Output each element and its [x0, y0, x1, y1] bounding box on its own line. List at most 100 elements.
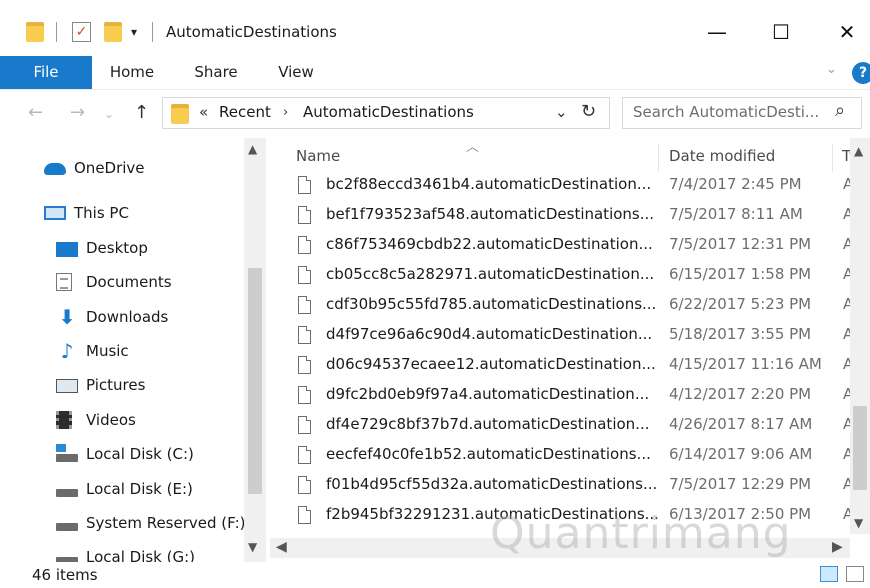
- music-note-icon: ♪: [60, 339, 74, 363]
- file-name: eecfef40c0fe1b52.automaticDestinations..…: [326, 445, 651, 463]
- nav-scrollbar-thumb[interactable]: [248, 268, 262, 494]
- maximize-button[interactable]: ☐: [758, 14, 804, 50]
- file-row[interactable]: eecfef40c0fe1b52.automaticDestinations..…: [290, 442, 864, 472]
- file-icon: [298, 326, 311, 344]
- toolbar-separator: [152, 22, 153, 42]
- file-date: 6/13/2017 2:50 PM: [669, 505, 812, 523]
- file-row[interactable]: cb05cc8c5a282971.automaticDestination...…: [290, 262, 864, 292]
- file-date: 7/5/2017 8:11 AM: [669, 205, 803, 223]
- column-divider[interactable]: [658, 144, 659, 172]
- up-arrow-icon[interactable]: ↑: [134, 102, 149, 124]
- file-icon: [298, 476, 311, 494]
- expand-ribbon-chevron-icon[interactable]: ⌄: [826, 62, 837, 77]
- file-row[interactable]: bef1f793523af548.automaticDestinations..…: [290, 202, 864, 232]
- file-row[interactable]: bc2f88eccd3461b4.automaticDestination...…: [290, 172, 864, 202]
- column-header-date-modified[interactable]: Date modified: [669, 147, 775, 165]
- file-icon: [298, 386, 311, 404]
- file-row[interactable]: d4f97ce96a6c90d4.automaticDestination...…: [290, 322, 864, 352]
- film-icon: [56, 411, 72, 429]
- file-row[interactable]: df4e729c8bf37b7d.automaticDestination...…: [290, 412, 864, 442]
- scroll-down-arrow-icon[interactable]: ▼: [248, 540, 257, 554]
- nav-item-label: Downloads: [86, 308, 169, 326]
- cloud-icon: [44, 163, 66, 175]
- folder-icon[interactable]: [26, 22, 44, 42]
- sort-ascending-icon: ︿: [466, 140, 480, 155]
- file-icon: [298, 296, 311, 314]
- scroll-up-arrow-icon[interactable]: ▲: [248, 142, 257, 156]
- details-view-icon[interactable]: [820, 566, 838, 582]
- customize-quick-access-icon[interactable]: ▾: [131, 22, 137, 42]
- documents-icon: [56, 273, 72, 291]
- search-input[interactable]: [633, 103, 829, 121]
- ribbon: File Home Share View ⌄ ?: [0, 56, 870, 90]
- breadcrumb-recent[interactable]: Recent: [219, 103, 271, 121]
- back-arrow-icon[interactable]: ←: [28, 102, 43, 124]
- file-date: 6/22/2017 5:23 PM: [669, 295, 812, 313]
- nav-item-label: Pictures: [86, 376, 146, 394]
- file-name: cb05cc8c5a282971.automaticDestination...: [326, 265, 655, 283]
- address-bar[interactable]: « Recent › AutomaticDestinations ⌄ ↻: [162, 97, 610, 129]
- forward-arrow-icon[interactable]: →: [70, 102, 85, 124]
- file-icon: [298, 416, 311, 434]
- tab-view[interactable]: View: [270, 56, 322, 89]
- file-icon: [298, 446, 311, 464]
- scroll-down-arrow-icon[interactable]: ▼: [854, 516, 863, 530]
- scroll-left-arrow-icon[interactable]: ◀: [276, 539, 287, 555]
- tab-home[interactable]: Home: [104, 56, 160, 89]
- refresh-icon[interactable]: ↻: [581, 101, 596, 122]
- help-icon[interactable]: ?: [852, 62, 870, 84]
- navigation-pane: OneDrive This PC Desktop Documents ⬇ Dow…: [0, 138, 268, 562]
- file-row[interactable]: c86f753469cbdb22.automaticDestination...…: [290, 232, 864, 262]
- file-date: 7/4/2017 2:45 PM: [669, 175, 802, 193]
- disk-icon: [56, 523, 78, 531]
- file-date: 4/26/2017 8:17 AM: [669, 415, 813, 433]
- nav-item-label: System Reserved (F:): [86, 514, 246, 532]
- file-row[interactable]: d06c94537ecaee12.automaticDestination...…: [290, 352, 864, 382]
- file-row[interactable]: f2b945bf32291231.automaticDestinations..…: [290, 502, 864, 532]
- file-name: bc2f88eccd3461b4.automaticDestination...: [326, 175, 652, 193]
- tab-file[interactable]: File: [0, 56, 92, 89]
- scroll-right-arrow-icon[interactable]: ▶: [832, 539, 843, 555]
- search-box[interactable]: ⌕: [622, 97, 862, 129]
- file-icon: [298, 206, 311, 224]
- properties-icon[interactable]: ✓: [72, 22, 91, 42]
- window-title: AutomaticDestinations: [166, 23, 337, 41]
- file-date: 6/14/2017 9:06 AM: [669, 445, 813, 463]
- breadcrumb-automaticdestinations[interactable]: AutomaticDestinations: [303, 103, 474, 121]
- nav-scrollbar[interactable]: ▲ ▼: [244, 138, 266, 562]
- search-icon[interactable]: ⌕: [835, 100, 845, 121]
- large-icons-view-icon[interactable]: [846, 566, 864, 582]
- column-header-name[interactable]: Name: [296, 147, 340, 165]
- file-row[interactable]: cdf30b95c55fd785.automaticDestinations..…: [290, 292, 864, 322]
- close-button[interactable]: ✕: [824, 14, 870, 50]
- desktop-icon: [56, 242, 78, 257]
- file-icon: [298, 266, 311, 284]
- file-name: f2b945bf32291231.automaticDestinations..…: [326, 505, 659, 523]
- file-name: d9fc2bd0eb9f97a4.automaticDestination...: [326, 385, 650, 403]
- file-list-vertical-scrollbar[interactable]: ▲ ▼: [850, 138, 870, 534]
- file-icon: [298, 356, 311, 374]
- tab-share[interactable]: Share: [188, 56, 244, 89]
- disk-windows-icon: [56, 444, 78, 462]
- status-bar: 46 items: [0, 562, 870, 588]
- file-name: bef1f793523af548.automaticDestinations..…: [326, 205, 655, 223]
- navigation-bar: ← → ⌄ ↑ « Recent › AutomaticDestinations…: [0, 90, 870, 136]
- file-row[interactable]: d9fc2bd0eb9f97a4.automaticDestination...…: [290, 382, 864, 412]
- breadcrumb-separator-icon[interactable]: ›: [283, 105, 288, 120]
- file-name: f01b4d95cf55d32a.automaticDestinations..…: [326, 475, 658, 493]
- file-list-scrollbar-thumb[interactable]: [853, 406, 867, 490]
- disk-icon: [56, 489, 78, 497]
- item-count: 46 items: [32, 566, 98, 584]
- file-name: d4f97ce96a6c90d4.automaticDestination...: [326, 325, 653, 343]
- nav-item-label: Videos: [86, 411, 136, 429]
- new-folder-icon[interactable]: [104, 22, 122, 42]
- minimize-button[interactable]: —: [694, 14, 740, 50]
- file-list-horizontal-scrollbar[interactable]: ◀ ▶: [270, 538, 850, 558]
- nav-item-label: Desktop: [86, 239, 148, 257]
- address-dropdown-icon[interactable]: ⌄: [555, 103, 568, 121]
- column-divider[interactable]: [832, 144, 833, 172]
- hidden-path-chevrons[interactable]: «: [199, 103, 208, 121]
- file-row[interactable]: f01b4d95cf55d32a.automaticDestinations..…: [290, 472, 864, 502]
- scroll-up-arrow-icon[interactable]: ▲: [854, 144, 863, 158]
- recent-locations-chevron-icon[interactable]: ⌄: [104, 103, 114, 125]
